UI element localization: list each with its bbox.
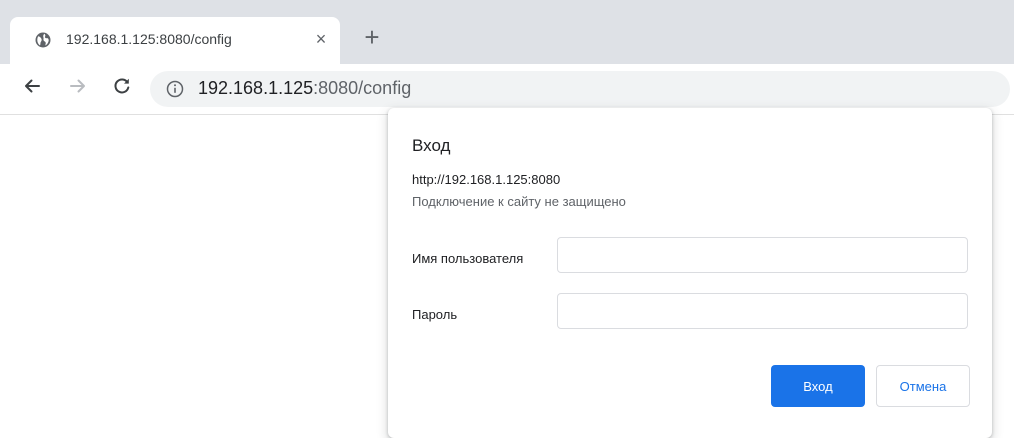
connection-warning: Подключение к сайту не защищено <box>412 194 626 209</box>
username-label: Имя пользователя <box>412 251 524 266</box>
tab-strip: 192.168.1.125:8080/config × + <box>0 0 1014 64</box>
tab-title: 192.168.1.125:8080/config <box>66 31 232 47</box>
browser-tab[interactable]: 192.168.1.125:8080/config × <box>10 17 340 64</box>
username-field[interactable] <box>557 237 968 273</box>
password-label: Пароль <box>412 307 458 322</box>
reload-icon <box>112 76 132 101</box>
back-button[interactable] <box>20 76 44 100</box>
dialog-title: Вход <box>412 136 451 155</box>
sign-in-dialog: Вход http://192.168.1.125:8080 Подключен… <box>388 108 992 438</box>
address-bar[interactable]: 192.168.1.125:8080/config <box>150 71 1010 107</box>
reload-button[interactable] <box>110 76 134 100</box>
sign-in-button[interactable]: Вход <box>771 365 865 407</box>
arrow-left-icon <box>22 76 42 101</box>
password-field[interactable] <box>557 293 968 329</box>
cancel-button[interactable]: Отмена <box>876 365 970 407</box>
url-path: :8080/config <box>313 78 412 98</box>
address-url[interactable]: 192.168.1.125:8080/config <box>198 78 411 99</box>
arrow-right-icon <box>68 76 88 101</box>
info-circle-icon[interactable] <box>166 80 184 98</box>
url-host: 192.168.1.125 <box>198 78 314 98</box>
dialog-origin: http://192.168.1.125:8080 <box>412 172 561 187</box>
globe-icon <box>35 32 51 48</box>
new-tab-button[interactable]: + <box>360 24 384 50</box>
tab-close-icon[interactable]: × <box>311 29 331 49</box>
forward-button[interactable] <box>66 76 90 100</box>
